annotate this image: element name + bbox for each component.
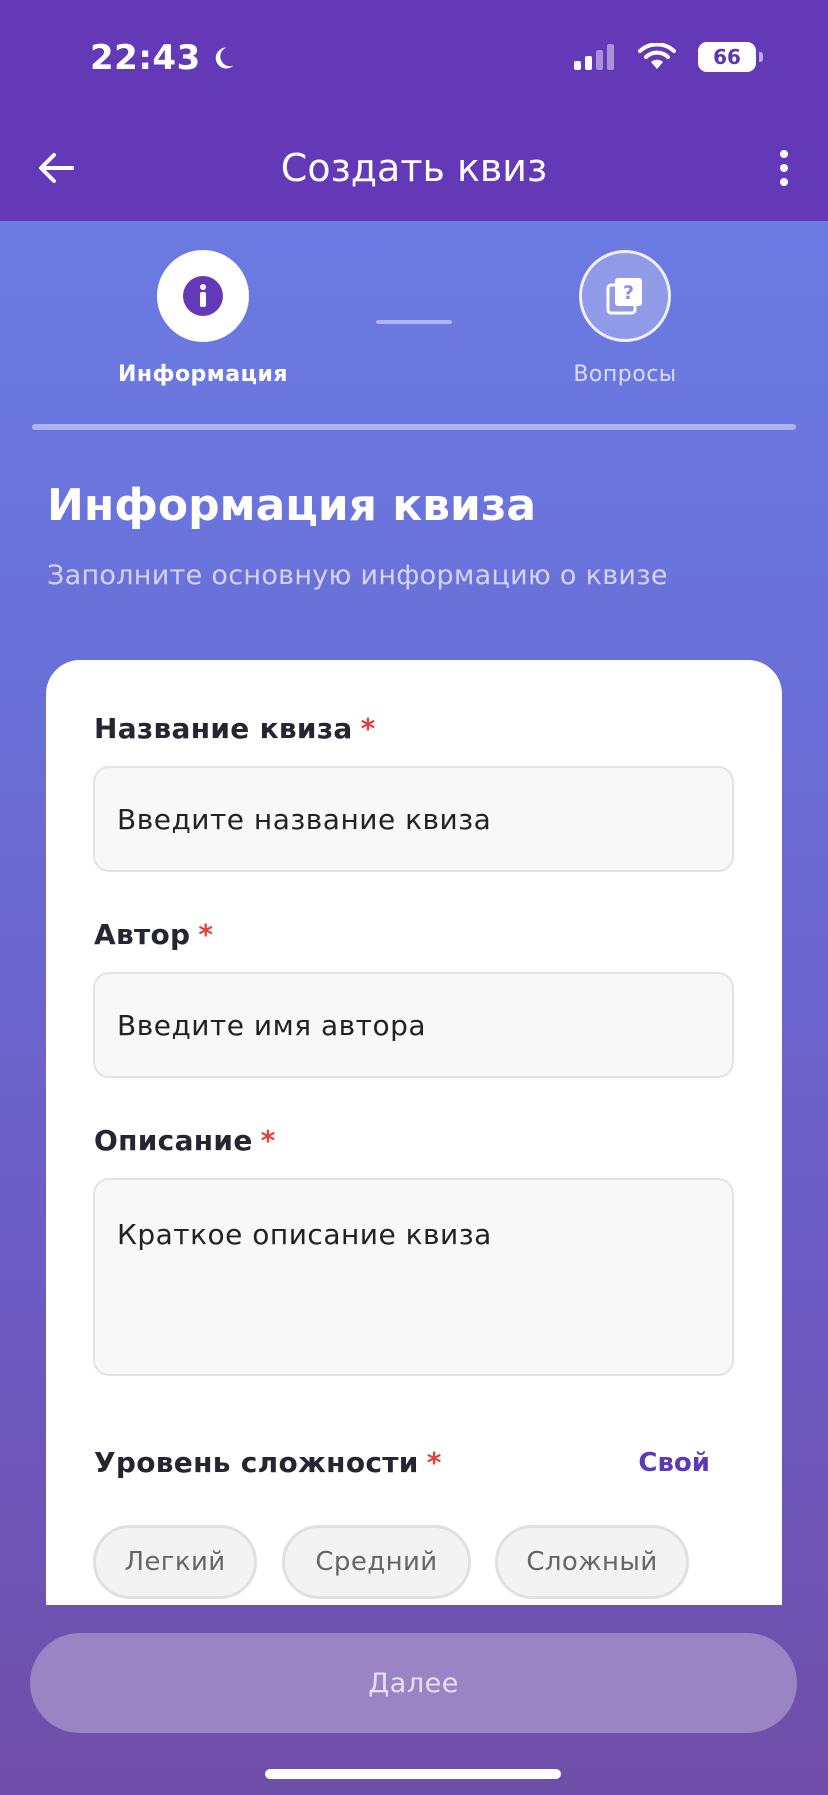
step-questions[interactable]: ? Вопросы — [515, 250, 735, 387]
author-input[interactable]: Введите имя автора — [93, 972, 734, 1078]
battery-level: 66 — [713, 45, 741, 69]
page-title: Создать квиз — [280, 146, 548, 190]
author-placeholder: Введите имя автора — [117, 1008, 427, 1042]
author-label-text: Автор — [94, 918, 191, 951]
battery-indicator: 66 — [698, 42, 763, 72]
section-title: Информация квиза — [47, 480, 537, 531]
section-subtitle: Заполните основную информацию о квизе — [47, 560, 668, 591]
home-indicator — [265, 1769, 561, 1779]
difficulty-label: Уровень сложности * — [94, 1446, 442, 1479]
required-mark: * — [426, 1446, 442, 1479]
author-label: Автор * — [94, 918, 213, 951]
required-mark: * — [198, 918, 214, 951]
difficulty-chip-hard[interactable]: Сложный — [495, 1525, 689, 1599]
difficulty-chip-easy[interactable]: Легкий — [93, 1525, 257, 1599]
stepper-divider — [32, 424, 796, 430]
quiz-icon: ? — [606, 278, 642, 315]
custom-difficulty-link[interactable]: Свой — [638, 1448, 710, 1478]
required-mark: * — [260, 1124, 276, 1157]
more-menu-icon[interactable] — [778, 150, 790, 186]
wifi-icon — [638, 43, 676, 69]
quiz-name-label: Название квиза * — [94, 712, 376, 745]
next-button[interactable]: Далее — [30, 1633, 797, 1733]
step-questions-label: Вопросы — [573, 362, 677, 387]
svg-text:?: ? — [623, 282, 634, 304]
description-label-text: Описание — [94, 1124, 253, 1157]
step-info-label: Информация — [118, 362, 288, 387]
step-info-circle — [157, 250, 249, 342]
quiz-name-label-text: Название квиза — [94, 712, 353, 745]
quiz-name-input[interactable]: Введите название квиза — [93, 766, 734, 872]
description-placeholder: Краткое описание квиза — [117, 1218, 492, 1251]
form-card: Название квиза * Введите название квиза А… — [46, 660, 782, 1605]
moon-icon — [215, 47, 234, 69]
app-header: 22:43 66 Создать квиз — [0, 0, 828, 221]
step-connector — [376, 320, 452, 324]
signal-icon — [574, 44, 614, 70]
status-time: 22:43 — [90, 38, 237, 78]
difficulty-label-text: Уровень сложности — [94, 1446, 419, 1479]
step-info[interactable]: Информация — [93, 250, 313, 387]
info-icon — [183, 276, 223, 316]
status-icons: 66 — [574, 42, 763, 72]
status-time-text: 22:43 — [90, 38, 201, 78]
required-mark: * — [360, 712, 376, 745]
step-questions-circle: ? — [579, 250, 671, 342]
description-label: Описание * — [94, 1124, 276, 1157]
stepper: Информация ? Вопросы — [0, 250, 828, 400]
description-textarea[interactable]: Краткое описание квиза — [93, 1178, 734, 1376]
quiz-name-placeholder: Введите название квиза — [117, 802, 492, 836]
difficulty-chip-medium[interactable]: Средний — [282, 1525, 471, 1599]
